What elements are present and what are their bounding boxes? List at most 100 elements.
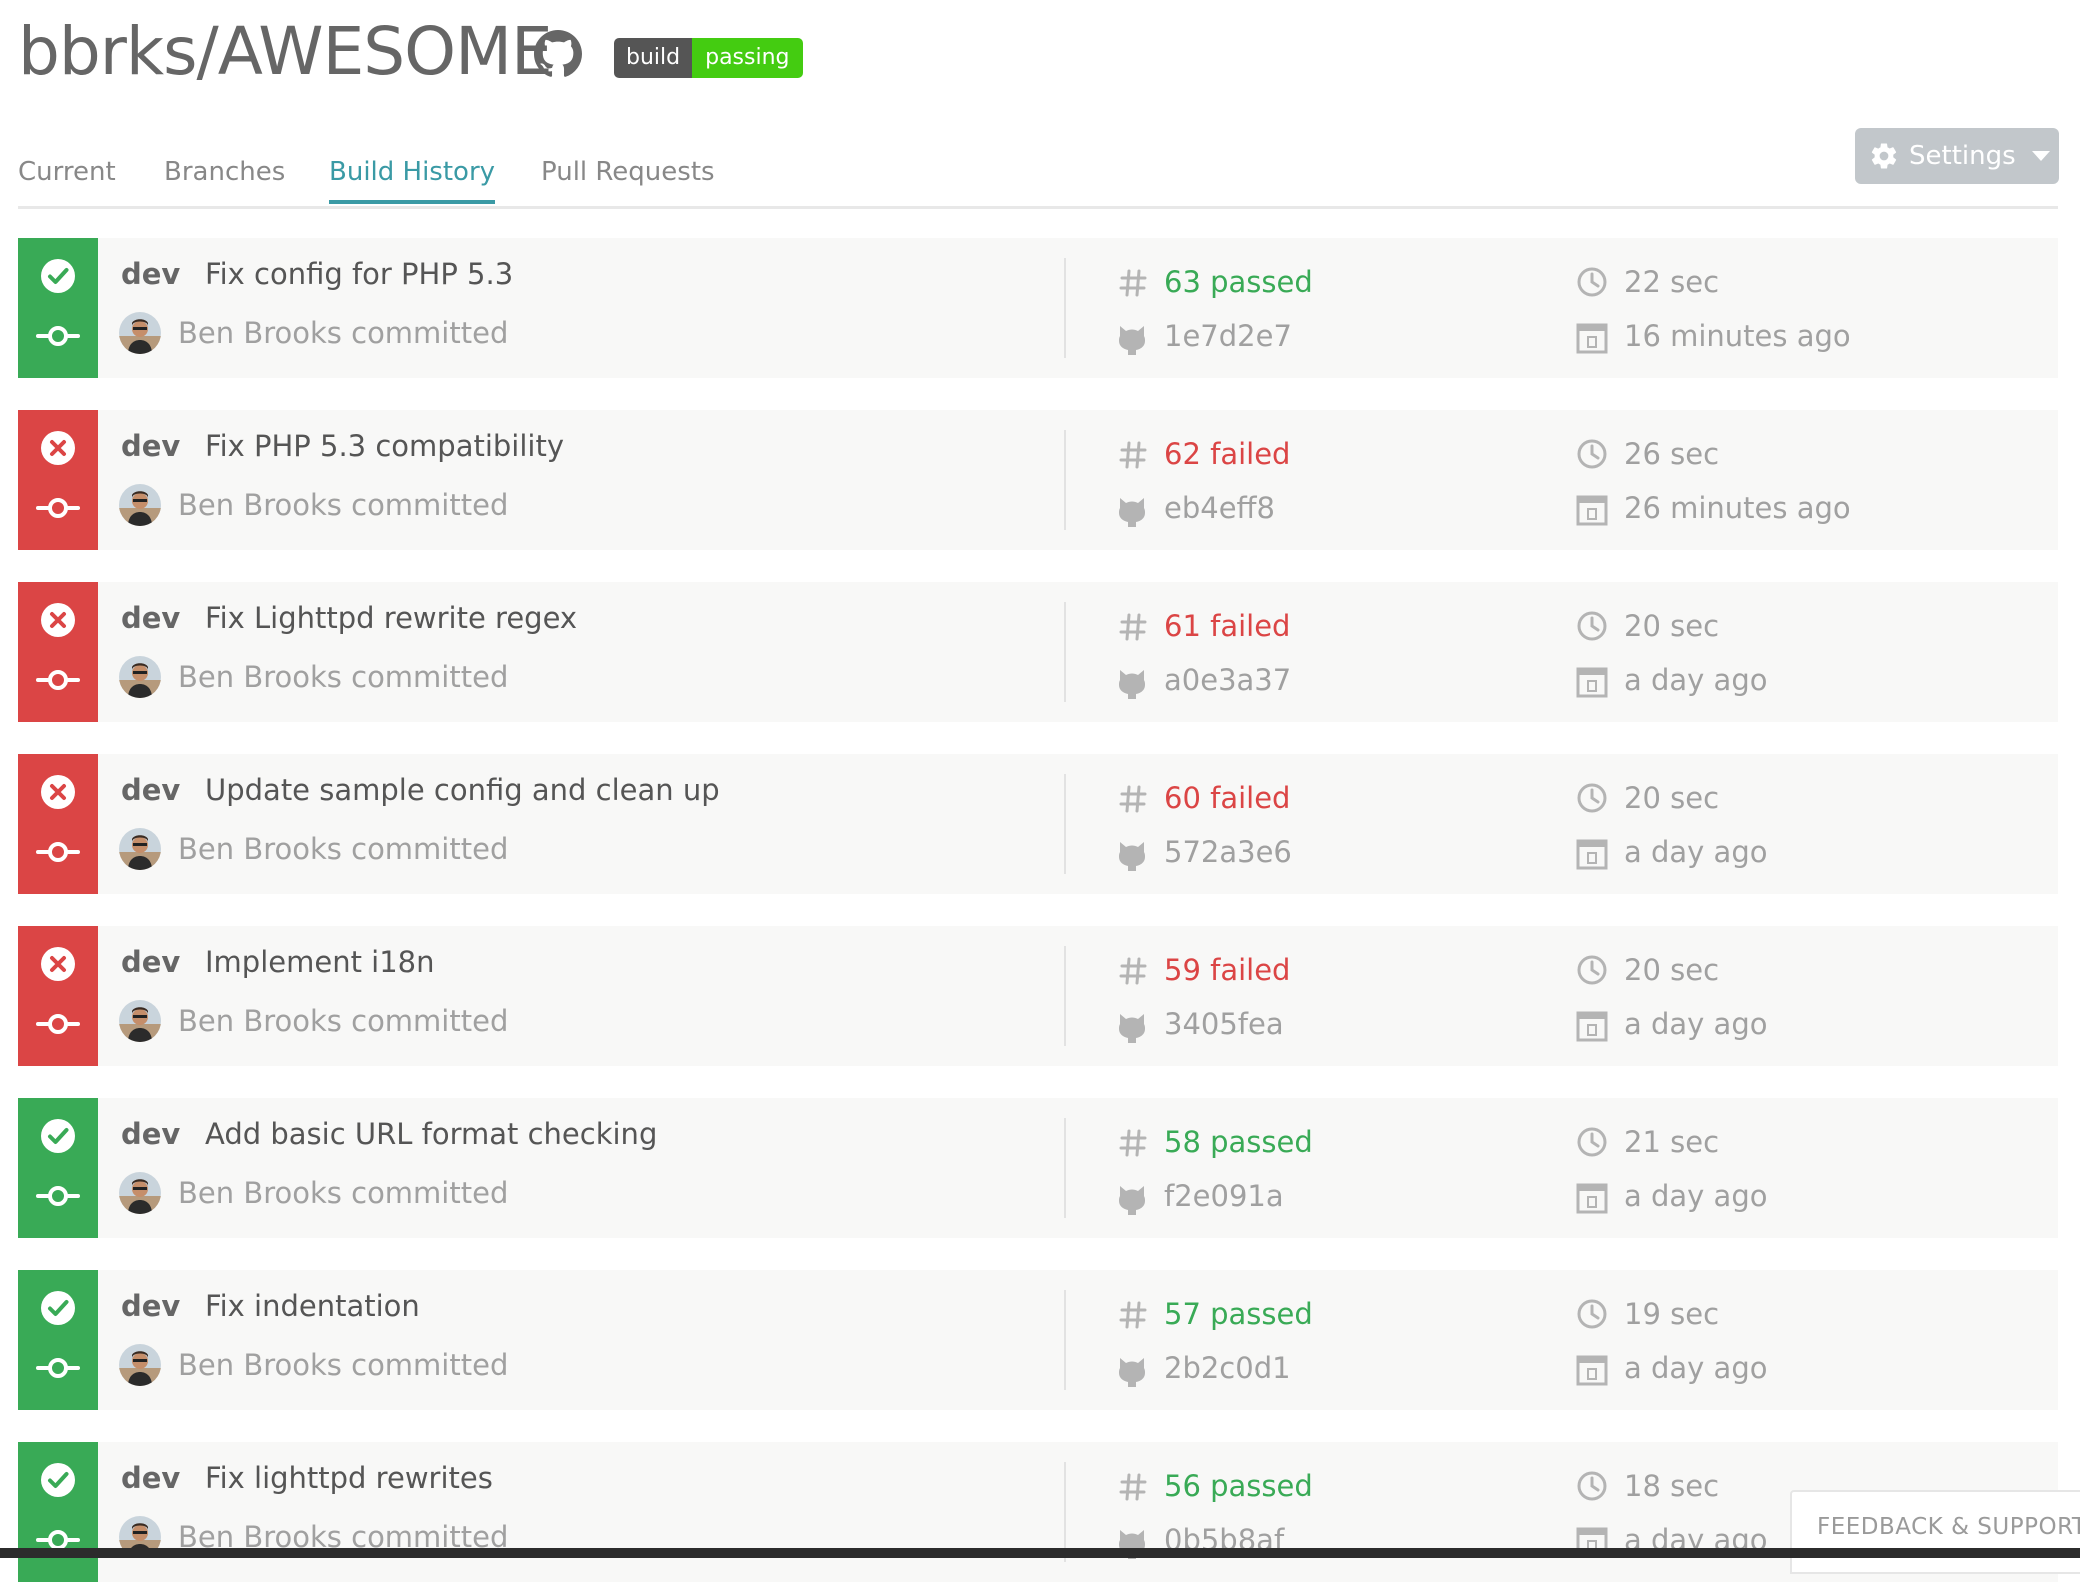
octocat-icon [1119,1186,1145,1215]
status-strip [18,1270,98,1410]
tab-pull-requests[interactable]: Pull Requests [541,152,715,192]
status-strip [18,410,98,550]
commit-author: Ben Brooks committed [178,660,509,694]
build-number-status[interactable]: 57 passed [1164,1292,1313,1336]
commit-author: Ben Brooks committed [178,1004,509,1038]
hash-icon [1119,1301,1147,1329]
clock-icon [1577,1471,1607,1501]
clock-icon [1577,611,1607,641]
commit-sha[interactable]: eb4eff8 [1164,486,1275,530]
build-number-status[interactable]: 58 passed [1164,1120,1313,1164]
build-row[interactable]: dev Fix indentation Ben Brooks committed 57… [18,1270,2058,1410]
hash-icon [1119,957,1147,985]
commit-message[interactable]: Fix PHP 5.3 compatibility [205,426,564,466]
hash-icon [1119,785,1147,813]
octocat-icon [1119,842,1145,871]
build-row[interactable]: dev Fix Lighttpd rewrite regex Ben Brooks … [18,582,2058,722]
calendar-icon [1576,1183,1608,1214]
branch-name[interactable]: dev [121,1286,180,1326]
check-circle-icon [41,259,75,293]
tab-branches[interactable]: Branches [164,152,285,192]
commit-sha[interactable]: 572a3e6 [1164,830,1292,874]
commit-message[interactable]: Update sample config and clean up [205,770,720,810]
branch-name[interactable]: dev [121,598,180,638]
build-row[interactable]: dev Implement i18n Ben Brooks committed 59 … [18,926,2058,1066]
commit-message[interactable]: Add basic URL format checking [205,1114,657,1154]
build-row[interactable]: dev Fix lighttpd rewrites Ben Brooks commi… [18,1442,2058,1582]
commit-author: Ben Brooks committed [178,1176,509,1210]
build-duration: 20 sec [1624,609,1720,643]
commit-icon [36,1014,80,1034]
feedback-support-button[interactable]: FEEDBACK & SUPPORT [1790,1490,2080,1574]
row-divider [1064,258,1066,358]
commit-sha[interactable]: f2e091a [1164,1174,1284,1218]
gear-icon [1871,143,1897,169]
build-row[interactable]: dev Add basic URL format checking Ben Broo… [18,1098,2058,1238]
avatar [119,1344,161,1386]
commit-message[interactable]: Fix config for PHP 5.3 [205,254,513,294]
github-icon[interactable] [534,30,582,78]
build-duration: 20 sec [1624,953,1720,987]
clock-icon [1577,1127,1607,1157]
calendar-icon [1576,495,1608,526]
row-divider [1064,602,1066,702]
row-divider [1064,1290,1066,1390]
build-duration: 21 sec [1624,1125,1720,1159]
branch-name[interactable]: dev [121,770,180,810]
build-number-status[interactable]: 63 passed [1164,260,1313,304]
tab-build-history[interactable]: Build History [329,152,496,204]
check-circle-icon [41,1463,75,1497]
commit-sha[interactable]: 1e7d2e7 [1164,314,1292,358]
settings-button[interactable]: Settings [1855,128,2059,184]
build-row[interactable]: dev Fix config for PHP 5.3 Ben Brooks comm… [18,238,2058,378]
branch-name[interactable]: dev [121,1114,180,1154]
branch-name[interactable]: dev [121,942,180,982]
finished-time: a day ago [1624,1007,1768,1041]
commit-message[interactable]: Fix indentation [205,1286,420,1326]
badge-label: build [614,38,693,78]
status-strip [18,582,98,722]
feedback-label: FEEDBACK & SUPPORT [1817,1514,2080,1540]
avatar [119,828,161,870]
badge-status: passing [692,38,803,78]
row-divider [1064,946,1066,1046]
build-row[interactable]: dev Update sample config and clean up Ben … [18,754,2058,894]
build-duration: 19 sec [1624,1297,1720,1331]
octocat-icon [1119,1358,1145,1387]
clock-icon [1577,439,1607,469]
branch-name[interactable]: dev [121,1458,180,1498]
build-number-status[interactable]: 59 failed [1164,948,1290,992]
octocat-icon [1119,498,1145,527]
row-divider [1064,1462,1066,1562]
build-number-status[interactable]: 62 failed [1164,432,1290,476]
build-row[interactable]: dev Fix PHP 5.3 compatibility Ben Brooks c… [18,410,2058,550]
hash-icon [1119,441,1147,469]
branch-name[interactable]: dev [121,426,180,466]
commit-message[interactable]: Implement i18n [205,942,435,982]
calendar-icon [1576,1011,1608,1042]
settings-label: Settings [1909,141,2016,171]
commit-icon [36,498,80,518]
build-status-badge[interactable]: build passing [614,38,803,78]
commit-author: Ben Brooks committed [178,316,509,350]
commit-sha[interactable]: 2b2c0d1 [1164,1346,1291,1390]
clock-icon [1577,267,1607,297]
commit-sha[interactable]: 3405fea [1164,1002,1284,1046]
branch-name[interactable]: dev [121,254,180,294]
build-number-status[interactable]: 61 failed [1164,604,1290,648]
status-strip [18,926,98,1066]
status-strip [18,1442,98,1582]
bottom-edge [0,1548,2080,1558]
calendar-icon [1576,1355,1608,1386]
commit-message[interactable]: Fix lighttpd rewrites [205,1458,493,1498]
clock-icon [1577,1299,1607,1329]
commit-message[interactable]: Fix Lighttpd rewrite regex [205,598,577,638]
build-number-status[interactable]: 56 passed [1164,1464,1313,1508]
commit-sha[interactable]: a0e3a37 [1164,658,1291,702]
x-circle-icon [41,947,75,981]
commit-author: Ben Brooks committed [178,1348,509,1382]
tab-current[interactable]: Current [18,152,116,192]
octocat-icon [1119,670,1145,699]
build-duration: 18 sec [1624,1469,1720,1503]
build-number-status[interactable]: 60 failed [1164,776,1290,820]
